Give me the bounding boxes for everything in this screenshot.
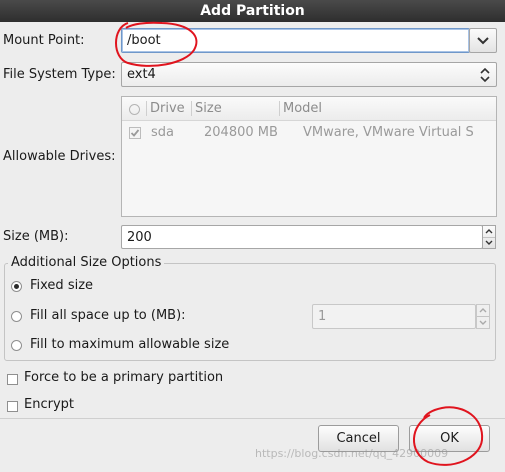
fill-up-to-input: 1 xyxy=(312,304,476,329)
chevron-down-icon xyxy=(477,36,489,44)
checkmark-icon xyxy=(129,127,141,139)
primary-partition-checkbox[interactable] xyxy=(7,374,18,385)
fill-up-to-increment-button xyxy=(477,305,489,316)
mount-point-input[interactable]: /boot xyxy=(121,28,470,53)
drive-row[interactable]: sda 204800 MB VMware, VMware Virtual S xyxy=(122,121,496,145)
fill-up-to-label[interactable]: Fill all space up to (MB): xyxy=(30,308,186,323)
drive-checkbox[interactable] xyxy=(129,127,141,143)
size-label: Size (MB): xyxy=(3,229,69,244)
size-value: 200 xyxy=(127,229,152,245)
fill-up-to-radio[interactable] xyxy=(11,311,22,322)
chevron-down-icon xyxy=(479,320,487,325)
drive-model: VMware, VMware Virtual S xyxy=(303,125,474,140)
column-header-size[interactable]: Size xyxy=(195,101,222,116)
additional-size-options-title: Additional Size Options xyxy=(8,255,165,270)
chevron-up-icon xyxy=(479,308,487,313)
select-all-indicator xyxy=(129,104,140,115)
fixed-size-label[interactable]: Fixed size xyxy=(30,278,93,293)
allowable-drives-table[interactable]: Drive Size Model sda 204800 MB VMware, V… xyxy=(121,96,497,217)
allowable-drives-label: Allowable Drives: xyxy=(3,149,116,164)
drives-table-header: Drive Size Model xyxy=(122,97,496,121)
primary-partition-label[interactable]: Force to be a primary partition xyxy=(24,370,223,385)
drive-size: 204800 MB xyxy=(204,125,278,140)
file-system-type-select[interactable]: ext4 xyxy=(121,62,497,87)
mount-point-dropdown-button[interactable] xyxy=(469,28,497,53)
fill-max-label[interactable]: Fill to maximum allowable size xyxy=(30,337,229,352)
chevron-up-icon xyxy=(485,228,493,234)
fill-up-to-spinner xyxy=(476,304,490,329)
file-system-type-value: ext4 xyxy=(127,67,156,82)
dialog-title: Add Partition xyxy=(200,3,305,19)
fixed-size-radio[interactable] xyxy=(11,281,22,292)
fill-up-to-value: 1 xyxy=(318,309,327,324)
size-spinner[interactable] xyxy=(482,225,496,249)
ok-button-label: OK xyxy=(440,431,459,446)
select-arrows-icon xyxy=(480,68,490,82)
column-header-drive[interactable]: Drive xyxy=(150,101,185,116)
watermark-text: https://blog.csdn.net/qq_42900009 xyxy=(255,447,449,460)
encrypt-checkbox[interactable] xyxy=(7,401,18,412)
button-separator xyxy=(0,418,505,419)
mount-point-label: Mount Point: xyxy=(3,33,85,48)
file-system-type-label: File System Type: xyxy=(3,67,116,82)
dialog-title-bar: Add Partition xyxy=(0,0,505,22)
drive-name: sda xyxy=(151,125,174,140)
cancel-button-label: Cancel xyxy=(336,431,381,446)
encrypt-label[interactable]: Encrypt xyxy=(24,397,74,412)
size-decrement-button[interactable] xyxy=(483,236,495,249)
chevron-down-icon xyxy=(485,240,493,246)
size-input[interactable]: 200 xyxy=(121,225,483,249)
column-header-model[interactable]: Model xyxy=(283,101,322,116)
mount-point-value: /boot xyxy=(127,33,161,48)
size-increment-button[interactable] xyxy=(483,226,495,237)
fill-max-radio[interactable] xyxy=(11,340,22,351)
fill-up-to-decrement-button xyxy=(477,316,489,328)
